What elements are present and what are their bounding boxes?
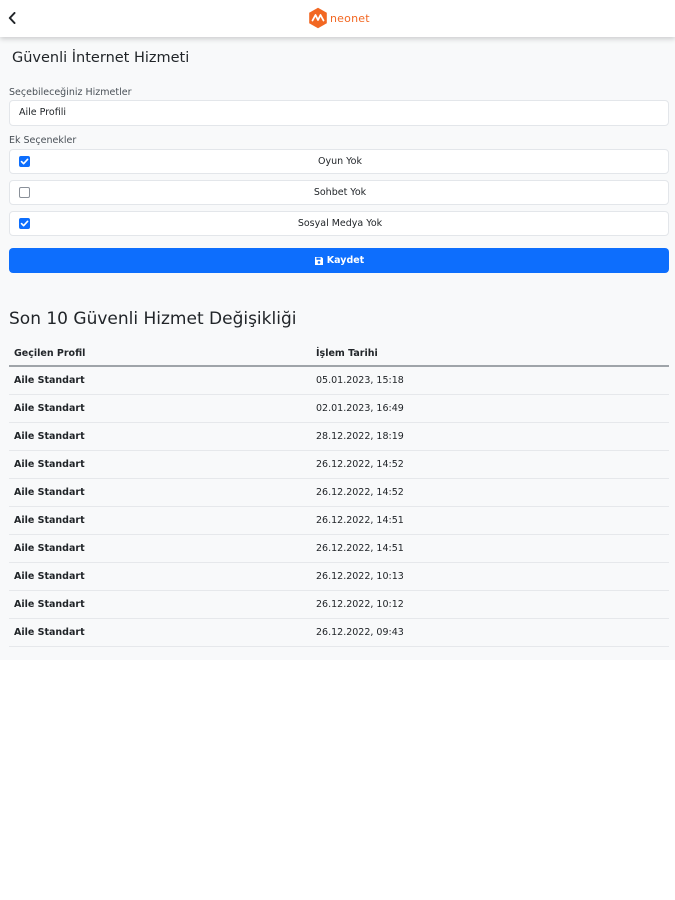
main-content: Güvenli İnternet Hizmeti Seçebileceğiniz… [0,37,675,660]
service-select[interactable]: Aile Profili [9,100,669,126]
table-row: Aile Standart 26.12.2022, 09:43 [9,618,669,647]
history-table-body: Aile Standart 05.01.2023, 15:18 Aile Stand… [9,366,669,647]
profile-cell: Aile Standart [9,450,311,479]
history-title: Son 10 Güvenli Hizmet Değişikliği [9,309,297,329]
profile-cell: Aile Standart [9,506,311,535]
chevron-left-icon [8,12,16,24]
profile-cell: Aile Standart [9,618,311,647]
profile-cell: Aile Standart [9,534,311,563]
date-cell: 02.01.2023, 16:49 [311,394,669,423]
profile-cell: Aile Standart [9,562,311,591]
table-row: Aile Standart 05.01.2023, 15:18 [9,366,669,395]
date-cell: 26.12.2022, 09:43 [311,618,669,647]
profile-cell: Aile Standart [9,394,311,423]
option-label: Sohbet Yok [313,187,367,198]
date-cell: 26.12.2022, 10:13 [311,562,669,591]
date-cell: 26.12.2022, 14:52 [311,450,669,479]
date-cell: 28.12.2022, 18:19 [311,422,669,451]
table-row: Aile Standart 26.12.2022, 10:12 [9,590,669,619]
history-table: Geçilen Profil İşlem Tarihi Aile Standar… [9,341,669,647]
profile-cell: Aile Standart [9,478,311,507]
neonet-logo: neonet [308,7,370,29]
logo-mark-icon [309,7,327,29]
option-label: Sosyal Medya Yok [297,218,383,229]
table-row: Aile Standart 26.12.2022, 10:13 [9,562,669,591]
profile-cell: Aile Standart [9,422,311,451]
date-cell: 26.12.2022, 10:12 [311,590,669,619]
date-cell: 26.12.2022, 14:52 [311,478,669,507]
table-row: Aile Standart 26.12.2022, 14:52 [9,450,669,479]
floppy-disk-icon [314,256,323,265]
save-button-label: Kaydet [326,255,365,266]
option-oyun-yok[interactable]: Oyun Yok [9,149,669,174]
table-row: Aile Standart 26.12.2022, 14:52 [9,478,669,507]
logo-text: neonet [330,11,370,25]
option-label: Oyun Yok [317,156,363,167]
app-bar: neonet [0,0,675,37]
back-button[interactable] [2,7,22,29]
page-title: Güvenli İnternet Hizmeti [12,50,190,66]
table-row: Aile Standart 26.12.2022, 14:51 [9,506,669,535]
services-label: Seçebileceğiniz Hizmetler [9,87,132,98]
table-row: Aile Standart 26.12.2022, 14:51 [9,534,669,563]
table-header-row: Geçilen Profil İşlem Tarihi [9,341,669,367]
date-cell: 26.12.2022, 14:51 [311,534,669,563]
table-row: Aile Standart 28.12.2022, 18:19 [9,422,669,451]
profile-cell: Aile Standart [9,590,311,619]
column-header-date: İşlem Tarihi [311,341,669,367]
profile-cell: Aile Standart [9,366,311,395]
option-sosyal-medya-yok[interactable]: Sosyal Medya Yok [9,211,669,236]
option-sohbet-yok[interactable]: Sohbet Yok [9,180,669,205]
date-cell: 05.01.2023, 15:18 [311,366,669,395]
date-cell: 26.12.2022, 14:51 [311,506,669,535]
save-button[interactable]: Kaydet [9,248,669,273]
extras-label: Ek Seçenekler [9,135,77,146]
column-header-profile: Geçilen Profil [9,341,311,367]
table-row: Aile Standart 02.01.2023, 16:49 [9,394,669,423]
